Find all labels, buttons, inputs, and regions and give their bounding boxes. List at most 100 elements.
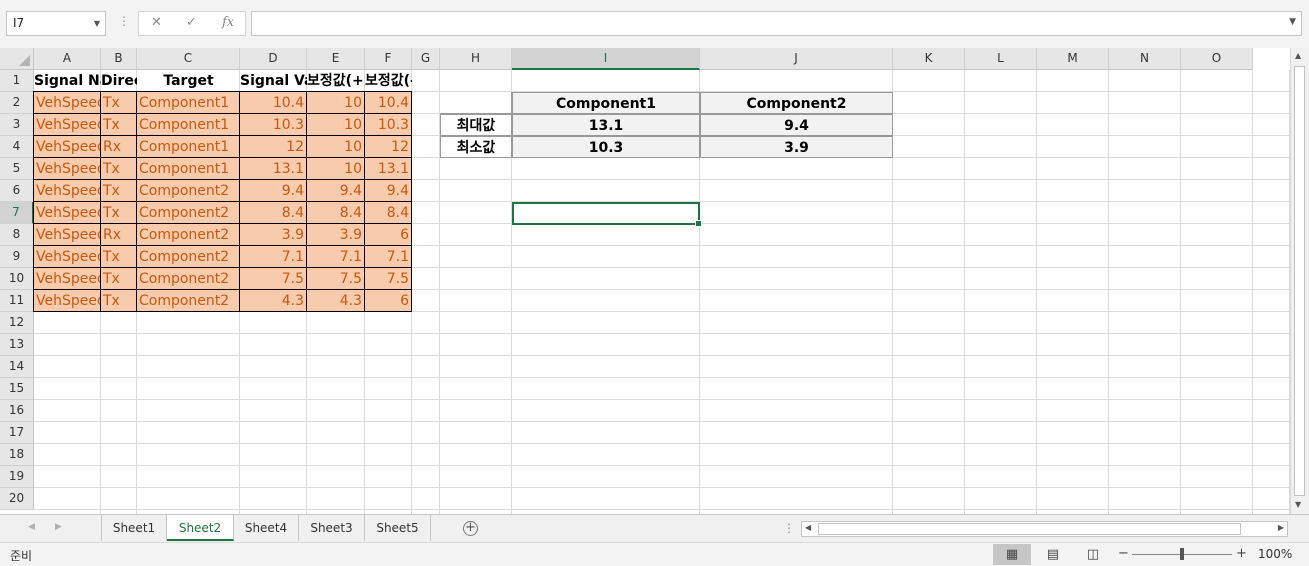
column-header-o[interactable]: O xyxy=(1181,48,1253,70)
table-cell[interactable]: Component1 xyxy=(136,135,240,158)
row-header-20[interactable]: 20 xyxy=(0,488,34,510)
table-cell[interactable]: Tx xyxy=(100,91,137,114)
table-cell[interactable]: Component1 xyxy=(136,113,240,136)
table-cell[interactable]: VehSpeed xyxy=(33,289,101,312)
row-header-2[interactable]: 2 xyxy=(0,92,34,114)
table-cell[interactable]: 6 xyxy=(364,289,412,312)
table-cell[interactable]: Component1 xyxy=(136,91,240,114)
sheet-tab-sheet4[interactable]: Sheet4 xyxy=(234,515,299,541)
row-header-9[interactable]: 9 xyxy=(0,246,34,268)
table-cell[interactable]: 10.4 xyxy=(364,91,412,114)
table-cell[interactable]: VehSpeed xyxy=(33,223,101,246)
vertical-scrollbar[interactable]: ▲ ▼ xyxy=(1290,48,1309,514)
summary-value-cell[interactable]: 3.9 xyxy=(700,136,893,158)
table-cell[interactable]: 6 xyxy=(364,223,412,246)
sheet-tab-sheet5[interactable]: Sheet5 xyxy=(365,515,431,541)
row-header-4[interactable]: 4 xyxy=(0,136,34,158)
table-cell[interactable]: 9.4 xyxy=(239,179,307,202)
summary-row-label[interactable]: 최소값 xyxy=(440,136,512,158)
table-cell[interactable]: 9.4 xyxy=(364,179,412,202)
name-box[interactable]: I7 ▼ xyxy=(6,11,106,36)
summary-row-label[interactable]: 최대값 xyxy=(440,114,512,136)
table-cell[interactable]: VehSpeed xyxy=(33,245,101,268)
table-cell[interactable]: Component1 xyxy=(136,157,240,180)
column-header-j[interactable]: J xyxy=(700,48,893,70)
scroll-left-icon[interactable]: ◀ xyxy=(805,523,811,532)
zoom-in-button[interactable]: + xyxy=(1236,546,1247,561)
row-header-18[interactable]: 18 xyxy=(0,444,34,466)
table-cell[interactable]: Tx xyxy=(100,201,137,224)
table-cell[interactable]: VehSpeed xyxy=(33,113,101,136)
table-cell[interactable]: VehSpeed xyxy=(33,135,101,158)
scroll-up-icon[interactable]: ▲ xyxy=(1295,51,1301,60)
table-cell[interactable]: 7.5 xyxy=(306,267,365,290)
row-header-6[interactable]: 6 xyxy=(0,180,34,202)
cancel-icon[interactable]: ✕ xyxy=(151,15,162,30)
row-header-13[interactable]: 13 xyxy=(0,334,34,356)
table-cell[interactable]: 13.1 xyxy=(364,157,412,180)
zoom-slider-knob[interactable] xyxy=(1180,548,1184,560)
table-cell[interactable]: 10.3 xyxy=(239,113,307,136)
row-header-10[interactable]: 10 xyxy=(0,268,34,290)
table-cell[interactable]: 7.1 xyxy=(306,245,365,268)
table-cell[interactable]: Rx xyxy=(100,223,137,246)
table-cell[interactable]: Tx xyxy=(100,289,137,312)
normal-view-button[interactable]: ▦ xyxy=(993,544,1031,565)
scroll-down-icon[interactable]: ▼ xyxy=(1295,500,1301,509)
row-header-5[interactable]: 5 xyxy=(0,158,34,180)
table-cell[interactable]: VehSpeed xyxy=(33,201,101,224)
column-header-a[interactable]: A xyxy=(34,48,101,70)
table-cell[interactable]: Component2 xyxy=(136,179,240,202)
table-cell[interactable]: 4.3 xyxy=(239,289,307,312)
row-header-14[interactable]: 14 xyxy=(0,356,34,378)
table-cell[interactable]: 12 xyxy=(239,135,307,158)
column-header-m[interactable]: M xyxy=(1037,48,1109,70)
table-cell[interactable]: 8.4 xyxy=(306,201,365,224)
row-header-8[interactable]: 8 xyxy=(0,224,34,246)
enter-icon[interactable]: ✓ xyxy=(186,15,197,30)
summary-value-cell[interactable]: 13.1 xyxy=(512,114,700,136)
table-cell[interactable]: Tx xyxy=(100,157,137,180)
column-header-h[interactable]: H xyxy=(440,48,512,70)
insert-function-icon[interactable]: fx xyxy=(222,15,234,30)
column-header-d[interactable]: D xyxy=(240,48,307,70)
summary-header-cell[interactable]: Component1 xyxy=(512,92,700,114)
table-cell[interactable]: Component2 xyxy=(136,223,240,246)
tab-split-handle[interactable]: ⋮ xyxy=(783,521,795,535)
table-cell[interactable]: 10 xyxy=(306,157,365,180)
sheet-tab-sheet1[interactable]: Sheet1 xyxy=(101,515,167,541)
table-cell[interactable]: 8.4 xyxy=(239,201,307,224)
table-header-cell[interactable]: Signal Name xyxy=(34,70,101,92)
row-header-11[interactable]: 11 xyxy=(0,290,34,312)
table-cell[interactable]: 7.1 xyxy=(364,245,412,268)
row-header-19[interactable]: 19 xyxy=(0,466,34,488)
column-header-k[interactable]: K xyxy=(893,48,965,70)
row-header-15[interactable]: 15 xyxy=(0,378,34,400)
table-cell[interactable]: Component2 xyxy=(136,289,240,312)
table-cell[interactable]: VehSpeed xyxy=(33,157,101,180)
zoom-level[interactable]: 100% xyxy=(1258,547,1292,561)
table-cell[interactable]: VehSpeed xyxy=(33,267,101,290)
row-header-3[interactable]: 3 xyxy=(0,114,34,136)
table-cell[interactable]: 7.1 xyxy=(239,245,307,268)
table-cell[interactable]: 10.4 xyxy=(239,91,307,114)
table-header-cell[interactable]: 보정값(-) xyxy=(365,70,412,92)
row-header-17[interactable]: 17 xyxy=(0,422,34,444)
table-cell[interactable]: 10.3 xyxy=(364,113,412,136)
table-cell[interactable]: Component2 xyxy=(136,245,240,268)
table-cell[interactable]: Rx xyxy=(100,135,137,158)
worksheet-grid[interactable]: A B C D E F G H I J K L M N O 1 2 3 4 5 6 7 8 9 10 11 12 13 14 15 16 17… xyxy=(0,48,1290,514)
fill-handle[interactable] xyxy=(695,220,702,227)
column-header-g[interactable]: G xyxy=(412,48,440,70)
table-cell[interactable]: Tx xyxy=(100,267,137,290)
table-cell[interactable]: 3.9 xyxy=(239,223,307,246)
row-header-12[interactable]: 12 xyxy=(0,312,34,334)
row-header-7[interactable]: 7 xyxy=(0,202,34,224)
table-cell[interactable]: Component2 xyxy=(136,267,240,290)
zoom-out-button[interactable]: − xyxy=(1118,546,1129,561)
page-break-view-button[interactable]: ◫ xyxy=(1074,544,1112,565)
table-cell[interactable]: 13.1 xyxy=(239,157,307,180)
table-cell[interactable]: 10 xyxy=(306,135,365,158)
page-layout-view-button[interactable]: ▤ xyxy=(1034,544,1072,565)
scroll-right-icon[interactable]: ▶ xyxy=(1278,523,1284,532)
